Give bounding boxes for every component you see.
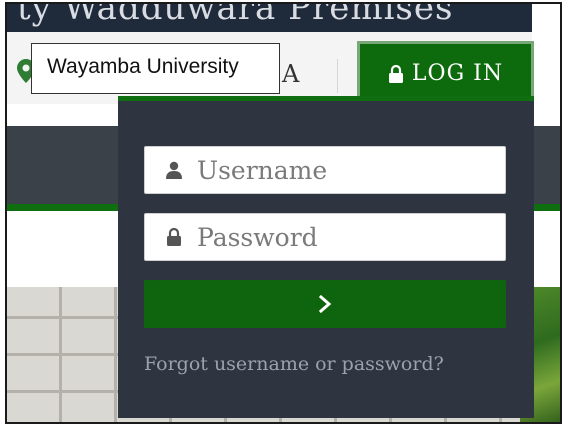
username-field[interactable] [144, 146, 506, 194]
font-size-toggle[interactable]: A [282, 60, 299, 88]
utility-divider [337, 59, 338, 93]
username-input[interactable] [197, 155, 497, 185]
password-field[interactable] [144, 213, 506, 261]
forgot-credentials-link[interactable]: Forgot username or password? [144, 353, 514, 375]
site-title-banner: ty Wadduwara Premises [7, 4, 532, 32]
chevron-right-icon [318, 295, 332, 313]
login-submit-button[interactable] [144, 280, 506, 328]
lock-icon [167, 228, 181, 246]
password-input[interactable] [197, 222, 497, 252]
tooltip: Wayamba University [31, 43, 280, 94]
login-dropdown-panel: Forgot username or password? [118, 96, 534, 418]
login-button[interactable]: LOG IN [357, 41, 534, 103]
page-frame: ty Wadduwara Premises A Wayamba Universi… [5, 2, 562, 424]
lock-icon [388, 64, 403, 83]
user-icon [166, 161, 182, 179]
site-title-text: ty Wadduwara Premises [17, 4, 454, 28]
login-button-label: LOG IN [411, 61, 504, 86]
